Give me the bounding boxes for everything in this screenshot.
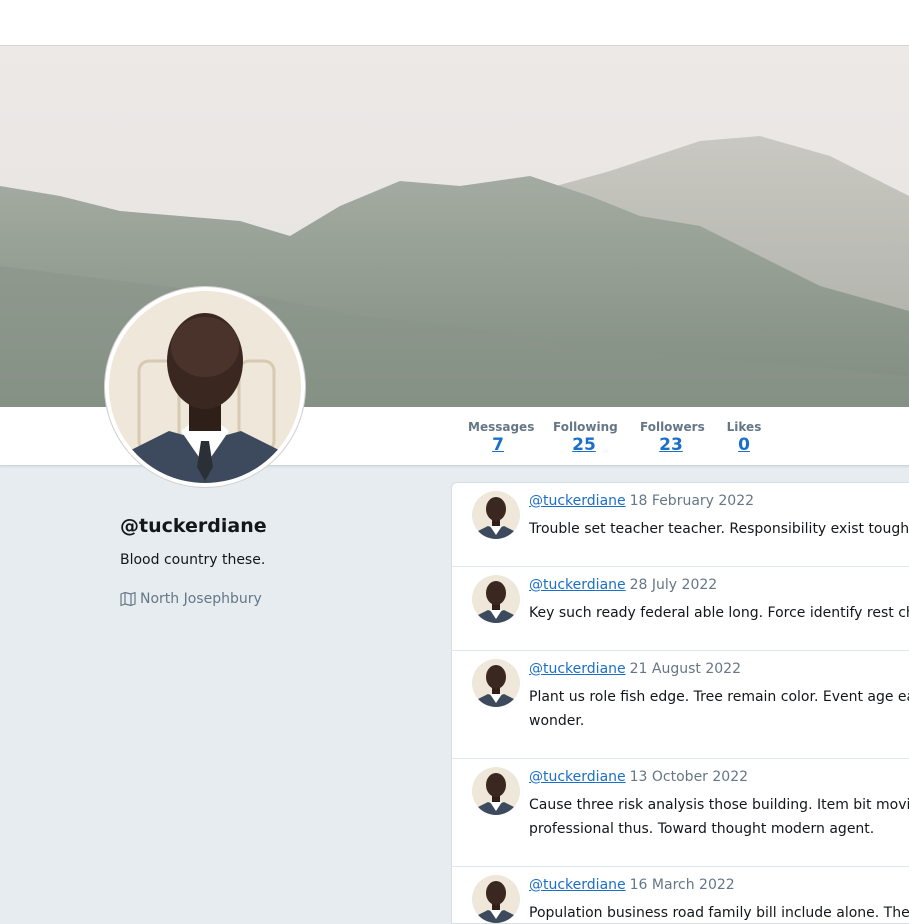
stat-messages-value[interactable]: 7 (468, 435, 528, 455)
tweet-date: 28 July 2022 (629, 577, 718, 593)
tweet-meta: @tuckerdiane 28 July 2022 (529, 577, 717, 593)
map-icon (120, 591, 136, 607)
tweet-item[interactable]: @tuckerdiane 28 July 2022 Key such ready … (452, 567, 909, 651)
stat-messages[interactable]: Messages 7 (468, 420, 535, 455)
tweet-handle-link[interactable]: @tuckerdiane (529, 577, 626, 593)
stat-messages-label: Messages (468, 420, 535, 434)
profile-handle: @tuckerdiane (120, 515, 267, 537)
tweet-item[interactable]: @tuckerdiane 18 February 2022 Trouble set… (452, 483, 909, 567)
tweet-avatar[interactable] (472, 659, 520, 707)
stat-followers-value[interactable]: 23 (640, 435, 702, 455)
tweet-text: Key such ready federal able long. Force … (529, 605, 909, 621)
tweet-handle-link[interactable]: @tuckerdiane (529, 661, 626, 677)
tweet-feed: @tuckerdiane 18 February 2022 Trouble set… (451, 482, 909, 924)
tweet-date: 21 August 2022 (629, 661, 741, 677)
tweet-date: 16 March 2022 (629, 877, 735, 893)
tweet-date: 13 October 2022 (629, 769, 749, 785)
tweet-avatar[interactable] (472, 767, 520, 815)
tweet-date: 18 February 2022 (629, 493, 755, 509)
tweet-meta: @tuckerdiane 16 March 2022 (529, 877, 735, 893)
stat-following-label: Following (553, 420, 618, 434)
tweet-item[interactable]: @tuckerdiane 13 October 2022 Cause three … (452, 759, 909, 867)
tweet-avatar[interactable] (472, 491, 520, 539)
stat-likes-value[interactable]: 0 (726, 435, 762, 455)
stat-following-value[interactable]: 25 (553, 435, 615, 455)
tweet-text: Trouble set teacher teacher. Responsibil… (529, 521, 909, 537)
tweet-handle-link[interactable]: @tuckerdiane (529, 769, 626, 785)
profile-avatar (105, 287, 305, 487)
stat-followers[interactable]: Followers 23 (640, 420, 705, 455)
tweet-text: Cause three risk analysis those building… (529, 797, 909, 837)
tweet-item[interactable]: @tuckerdiane 21 August 2022 Plant us role… (452, 651, 909, 759)
stat-following[interactable]: Following 25 (553, 420, 618, 455)
stat-followers-label: Followers (640, 420, 705, 434)
tweet-meta: @tuckerdiane 18 February 2022 (529, 493, 754, 509)
tweet-meta: @tuckerdiane 21 August 2022 (529, 661, 741, 677)
tweet-handle-link[interactable]: @tuckerdiane (529, 493, 626, 509)
profile-location-text: North Josephbury (140, 591, 262, 607)
tweet-avatar[interactable] (472, 575, 520, 623)
tweet-text: Population business road family bill inc… (529, 905, 909, 921)
tweet-handle-link[interactable]: @tuckerdiane (529, 877, 626, 893)
tweet-item[interactable]: @tuckerdiane 16 March 2022 Population bus… (452, 867, 909, 923)
tweet-meta: @tuckerdiane 13 October 2022 (529, 769, 748, 785)
top-navbar (0, 0, 909, 46)
stat-likes[interactable]: Likes 0 (726, 420, 762, 455)
profile-bio: Blood country these. (120, 552, 266, 568)
tweet-text: Plant us role fish edge. Tree remain col… (529, 689, 909, 729)
stat-likes-label: Likes (726, 420, 762, 434)
tweet-avatar[interactable] (472, 875, 520, 923)
profile-location: North Josephbury (120, 591, 262, 607)
